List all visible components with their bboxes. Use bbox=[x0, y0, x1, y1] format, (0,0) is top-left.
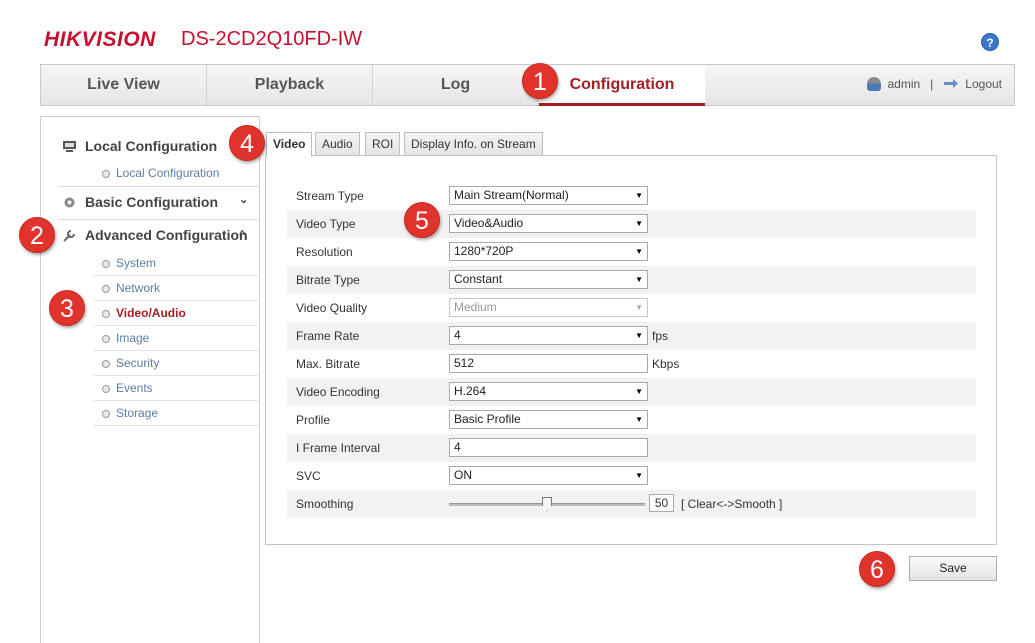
video-encoding-select[interactable]: H.264 bbox=[449, 382, 648, 401]
row-svc: SVC ON bbox=[287, 462, 976, 490]
device-model: DS-2CD2Q10FD-IW bbox=[181, 28, 363, 50]
sidebar-item-local-configuration[interactable]: Local Configuration bbox=[94, 161, 234, 186]
video-encoding-label: Video Encoding bbox=[296, 385, 380, 399]
smoothing-label: Smoothing bbox=[296, 497, 354, 511]
username: admin bbox=[887, 77, 921, 91]
tab-display-info-on-stream[interactable]: Display Info. on Stream bbox=[404, 132, 543, 156]
annotation-marker-5: 5 bbox=[404, 202, 440, 238]
annotation-marker-4: 4 bbox=[229, 125, 265, 161]
divider bbox=[58, 219, 258, 220]
save-button[interactable]: Save bbox=[909, 556, 997, 581]
video-quality-select: Medium bbox=[449, 298, 648, 317]
sidebar-item-storage[interactable]: Storage bbox=[94, 401, 258, 426]
sidebar-basic-configuration[interactable]: Basic Configuration bbox=[62, 194, 218, 210]
sidebar-advanced-configuration[interactable]: Advanced Configuration bbox=[62, 227, 248, 243]
row-i-frame-interval: I Frame Interval 4 bbox=[287, 434, 976, 462]
max-bitrate-input[interactable]: 512 bbox=[449, 354, 648, 373]
sidebar-item-security[interactable]: Security bbox=[94, 351, 258, 376]
resolution-label: Resolution bbox=[296, 245, 353, 259]
video-type-label: Video Type bbox=[296, 217, 356, 231]
sidebar-item-video-audio[interactable]: Video/Audio bbox=[94, 301, 258, 326]
chevron-down-icon[interactable]: ⌄ bbox=[239, 193, 248, 206]
stream-type-select[interactable]: Main Stream(Normal) bbox=[449, 186, 648, 205]
sidebar-local-label: Local Configuration bbox=[85, 138, 218, 154]
i-frame-interval-label: I Frame Interval bbox=[296, 441, 381, 455]
stream-type-label: Stream Type bbox=[296, 189, 364, 203]
sidebar-item-events[interactable]: Events bbox=[94, 376, 258, 401]
separator: | bbox=[930, 77, 934, 91]
help-icon[interactable]: ? bbox=[981, 33, 999, 51]
sidebar-basic-label: Basic Configuration bbox=[85, 194, 219, 210]
row-resolution: Resolution 1280*720P bbox=[287, 238, 976, 266]
profile-select[interactable]: Basic Profile bbox=[449, 410, 648, 429]
bitrate-type-label: Bitrate Type bbox=[296, 273, 360, 287]
row-smoothing: Smoothing 50 [ Clear<->Smooth ] bbox=[287, 490, 976, 518]
tab-playback[interactable]: Playback bbox=[207, 65, 373, 105]
tab-audio[interactable]: Audio bbox=[315, 132, 360, 156]
gear-icon bbox=[64, 197, 75, 207]
annotation-marker-2: 2 bbox=[19, 217, 55, 253]
sidebar-advanced-label: Advanced Configuration bbox=[85, 227, 248, 243]
row-video-quality: Video Quality Medium bbox=[287, 294, 976, 322]
row-video-encoding: Video Encoding H.264 bbox=[287, 378, 976, 406]
smoothing-slider-handle[interactable] bbox=[542, 497, 552, 511]
profile-label: Profile bbox=[296, 413, 331, 427]
row-bitrate-type: Bitrate Type Constant bbox=[287, 266, 976, 294]
i-frame-interval-input[interactable]: 4 bbox=[449, 438, 648, 457]
row-video-type: Video Type Video&Audio bbox=[287, 210, 976, 238]
tab-live-view[interactable]: Live View bbox=[41, 65, 207, 105]
divider bbox=[58, 186, 258, 187]
wrench-icon bbox=[63, 229, 75, 242]
user-icon bbox=[867, 77, 882, 91]
sidebar-local-configuration[interactable]: Local Configuration bbox=[62, 138, 217, 154]
tab-video[interactable]: Video bbox=[266, 132, 313, 157]
row-frame-rate: Frame Rate 4 fps bbox=[287, 322, 976, 350]
sidebar-item-network[interactable]: Network bbox=[94, 276, 258, 301]
smoothing-hint: [ Clear<->Smooth ] bbox=[681, 497, 783, 511]
tab-roi[interactable]: ROI bbox=[365, 132, 401, 156]
bitrate-type-select[interactable]: Constant bbox=[449, 270, 648, 289]
frame-rate-select[interactable]: 4 bbox=[449, 326, 648, 345]
max-bitrate-unit: Kbps bbox=[652, 357, 680, 371]
logout-icon[interactable] bbox=[943, 79, 959, 89]
tab-configuration[interactable]: Configuration bbox=[539, 65, 705, 106]
annotation-marker-1: 1 bbox=[522, 63, 558, 99]
sidebar-item-image[interactable]: Image bbox=[94, 326, 258, 351]
svc-label: SVC bbox=[296, 469, 321, 483]
frame-rate-label: Frame Rate bbox=[296, 329, 360, 343]
video-type-select[interactable]: Video&Audio bbox=[449, 214, 648, 233]
row-stream-type: Stream Type Main Stream(Normal) bbox=[287, 182, 976, 210]
video-quality-label: Video Quality bbox=[296, 301, 368, 315]
logout-link[interactable]: Logout bbox=[965, 77, 1002, 91]
resolution-select[interactable]: 1280*720P bbox=[449, 242, 648, 261]
svc-select[interactable]: ON bbox=[449, 466, 648, 485]
user-area: admin | Logout bbox=[867, 77, 1002, 91]
annotation-marker-3: 3 bbox=[49, 290, 85, 326]
annotation-marker-6: 6 bbox=[859, 551, 895, 587]
sidebar-item-system[interactable]: System bbox=[94, 251, 258, 276]
computer-icon bbox=[63, 140, 76, 152]
frame-rate-unit: fps bbox=[652, 329, 669, 343]
hikvision-logo: HIKVISION bbox=[44, 28, 156, 51]
tab-log[interactable]: Log bbox=[373, 65, 539, 105]
chevron-up-icon[interactable]: ^ bbox=[239, 229, 245, 241]
smoothing-value-input[interactable]: 50 bbox=[649, 494, 674, 512]
row-max-bitrate: Max. Bitrate 512 Kbps bbox=[287, 350, 976, 378]
row-profile: Profile Basic Profile bbox=[287, 406, 976, 434]
max-bitrate-label: Max. Bitrate bbox=[296, 357, 361, 371]
